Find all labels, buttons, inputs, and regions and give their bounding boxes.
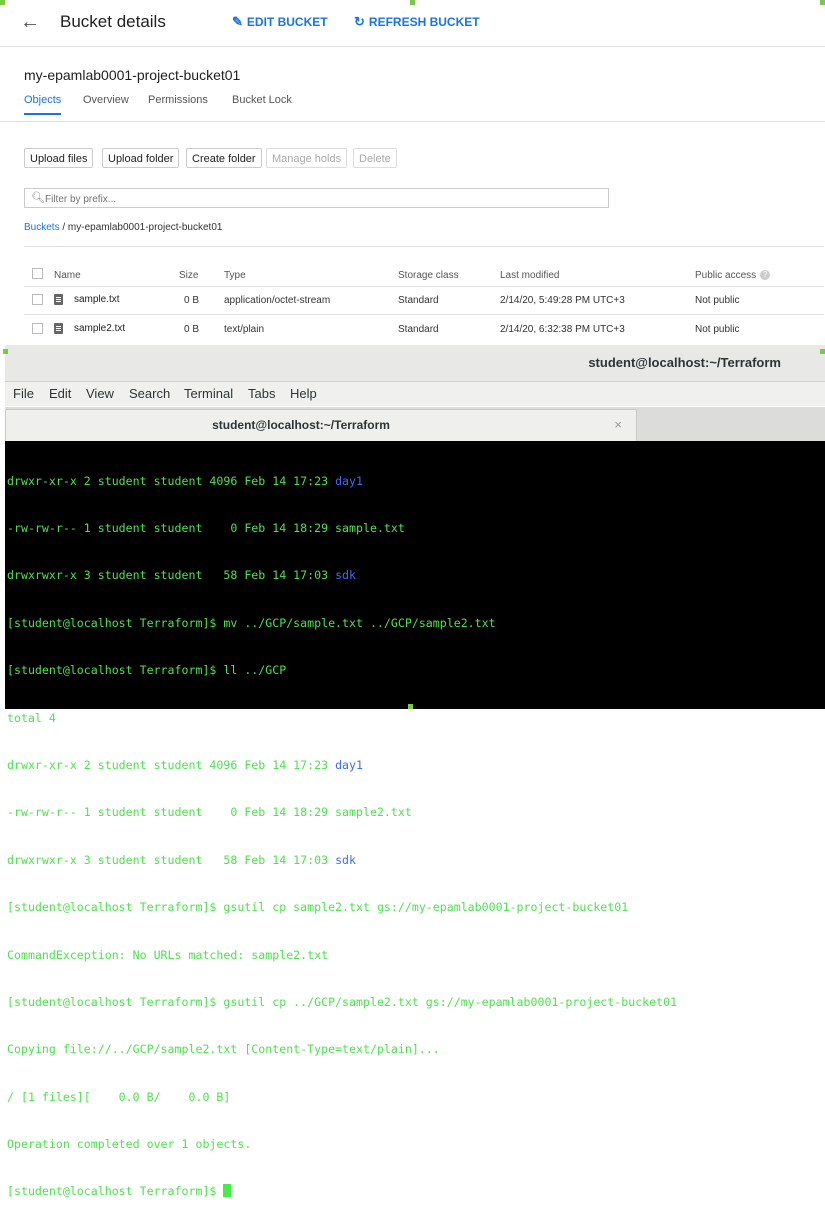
- resize-handle-top-right[interactable]: [820, 0, 825, 5]
- terminal-prompt: [student@localhost Terraform]$: [7, 1184, 224, 1199]
- row-checkbox[interactable]: [32, 294, 43, 305]
- terminal-line: drwxr-xr-x 2 student student 4096 Feb 14…: [7, 473, 363, 488]
- breadcrumb-buckets-link[interactable]: Buckets: [24, 222, 60, 233]
- terminal-tab-label: student@localhost:~/Terraform: [212, 418, 390, 432]
- column-header-name[interactable]: Name: [54, 270, 81, 281]
- page-title: Bucket details: [60, 12, 166, 31]
- menu-help[interactable]: Help: [290, 386, 317, 401]
- menu-file[interactable]: File: [13, 386, 34, 401]
- terminal-prompt-line[interactable]: [student@localhost Terraform]$: [7, 1184, 677, 1200]
- object-storage-class: Standard: [398, 324, 439, 335]
- file-icon: [54, 294, 63, 305]
- menu-terminal[interactable]: Terminal: [184, 386, 233, 401]
- object-public-access: Not public: [695, 324, 740, 335]
- terminal-line: / [1 files][ 0.0 B/ 0.0 B]: [7, 1089, 231, 1104]
- file-icon: [54, 323, 63, 334]
- terminal-cursor: [223, 1184, 232, 1198]
- terminal-output: drwxr-xr-x 2 student student 4096 Feb 14…: [7, 442, 677, 1232]
- terminal-line: [student@localhost Terraform]$ ll ../GCP: [7, 663, 287, 678]
- object-storage-class: Standard: [398, 295, 439, 306]
- public-access-label: Public access: [695, 270, 757, 281]
- tab-permissions[interactable]: Permissions: [148, 94, 208, 113]
- edit-bucket-label: EDIT BUCKET: [246, 15, 328, 29]
- resize-handle-top-left[interactable]: [0, 0, 5, 5]
- terminal-line: Copying file://../GCP/sample2.txt [Conte…: [7, 1042, 440, 1057]
- breadcrumb-current: my-epamlab0001-project-bucket01: [67, 222, 223, 233]
- resize-handle-right[interactable]: [820, 349, 825, 354]
- filter-input[interactable]: [43, 190, 597, 208]
- help-icon[interactable]: ?: [760, 270, 771, 281]
- terminal-window: student@localhost:~/Terraform File Edit …: [5, 345, 825, 1198]
- object-last-modified: 2/14/20, 6:32:38 PM UTC+3: [500, 324, 625, 335]
- resize-handle-left[interactable]: [3, 349, 8, 354]
- breadcrumb: Buckets / my-epamlab0001-project-bucket0…: [24, 222, 222, 233]
- tab-divider: [0, 121, 825, 122]
- pencil-icon: ✎: [232, 14, 243, 29]
- delete-button[interactable]: Delete: [353, 148, 397, 168]
- terminal-menubar: File Edit View Search Terminal Tabs Help: [5, 382, 825, 406]
- terminal-line: [student@localhost Terraform]$ gsutil cp…: [7, 900, 629, 915]
- object-type: text/plain: [224, 324, 265, 335]
- menu-view[interactable]: View: [86, 386, 114, 401]
- resize-handle-top[interactable]: [410, 0, 415, 5]
- create-folder-button[interactable]: Create folder: [186, 148, 262, 168]
- terminal-tabbar: student@localhost:~/Terraform ×: [5, 407, 825, 441]
- row-divider: [24, 286, 824, 287]
- object-type: application/octet-stream: [224, 295, 331, 306]
- object-last-modified: 2/14/20, 5:49:28 PM UTC+3: [500, 295, 625, 306]
- terminal-line: drwxr-xr-x 2 student student 4096 Feb 14…: [7, 757, 363, 772]
- object-size: 0 B: [184, 295, 200, 306]
- menu-edit[interactable]: Edit: [49, 386, 71, 401]
- menu-tabs[interactable]: Tabs: [248, 386, 275, 401]
- refresh-bucket-label: REFRESH BUCKET: [368, 15, 480, 29]
- column-header-storage-class[interactable]: Storage class: [398, 270, 459, 281]
- refresh-icon: ↻: [354, 14, 365, 29]
- resize-handle-bottom[interactable]: [408, 704, 413, 709]
- row-divider: [24, 314, 824, 315]
- select-all-checkbox[interactable]: [32, 268, 43, 279]
- back-arrow-icon[interactable]: ←: [20, 11, 40, 34]
- column-header-size[interactable]: Size: [179, 270, 198, 281]
- filter-box: 🔍︎: [24, 188, 609, 208]
- column-header-last-modified[interactable]: Last modified: [500, 270, 559, 281]
- header-bar: ← Bucket details ✎ EDIT BUCKET ↻ REFRESH B…: [0, 0, 825, 47]
- column-header-type[interactable]: Type: [224, 270, 246, 281]
- terminal-line: CommandException: No URLs matched: sampl…: [7, 947, 329, 962]
- terminal-line: drwxrwxr-x 3 student student 58 Feb 14 1…: [7, 852, 357, 867]
- table-top-divider: [24, 246, 824, 247]
- terminal-line: [student@localhost Terraform]$ gsutil cp…: [7, 994, 678, 1009]
- tab-overview[interactable]: Overview: [83, 94, 129, 113]
- terminal-screen[interactable]: drwxr-xr-x 2 student student 4096 Feb 14…: [5, 441, 825, 1198]
- object-size: 0 B: [184, 324, 200, 335]
- edit-bucket-button[interactable]: ✎ EDIT BUCKET: [232, 14, 328, 30]
- terminal-line: Operation completed over 1 objects.: [7, 1137, 252, 1152]
- bucket-details-page: ← Bucket details ✎ EDIT BUCKET ↻ REFRESH B…: [0, 0, 825, 350]
- row-checkbox[interactable]: [32, 323, 43, 334]
- terminal-line: total 4: [7, 710, 56, 725]
- upload-files-button[interactable]: Upload files: [24, 148, 94, 168]
- manage-holds-button[interactable]: Manage holds: [266, 148, 348, 168]
- terminal-line: -rw-rw-r-- 1 student student 0 Feb 14 18…: [7, 520, 405, 535]
- terminal-line: -rw-rw-r-- 1 student student 0 Feb 14 18…: [7, 805, 412, 820]
- terminal-line: [student@localhost Terraform]$ mv ../GCP…: [7, 615, 496, 630]
- terminal-tab[interactable]: student@localhost:~/Terraform ×: [5, 409, 637, 441]
- menu-search[interactable]: Search: [129, 386, 170, 401]
- object-name-link[interactable]: sample2.txt: [74, 323, 125, 334]
- tab-bucket-lock[interactable]: Bucket Lock: [232, 94, 292, 113]
- column-header-public-access[interactable]: Public access?: [695, 270, 771, 281]
- terminal-titlebar[interactable]: student@localhost:~/Terraform: [5, 345, 825, 382]
- object-public-access: Not public: [695, 295, 740, 306]
- refresh-bucket-button[interactable]: ↻ REFRESH BUCKET: [354, 14, 480, 30]
- window-title: student@localhost:~/Terraform: [588, 355, 781, 370]
- terminal-line: drwxrwxr-x 3 student student 58 Feb 14 1…: [7, 568, 357, 583]
- upload-folder-button[interactable]: Upload folder: [102, 148, 180, 168]
- object-name-link[interactable]: sample.txt: [74, 294, 120, 305]
- breadcrumb-separator: /: [62, 222, 66, 233]
- tab-objects[interactable]: Objects: [24, 94, 62, 115]
- close-icon[interactable]: ×: [614, 417, 622, 432]
- bucket-name: my-epamlab0001-project-bucket01: [24, 67, 241, 83]
